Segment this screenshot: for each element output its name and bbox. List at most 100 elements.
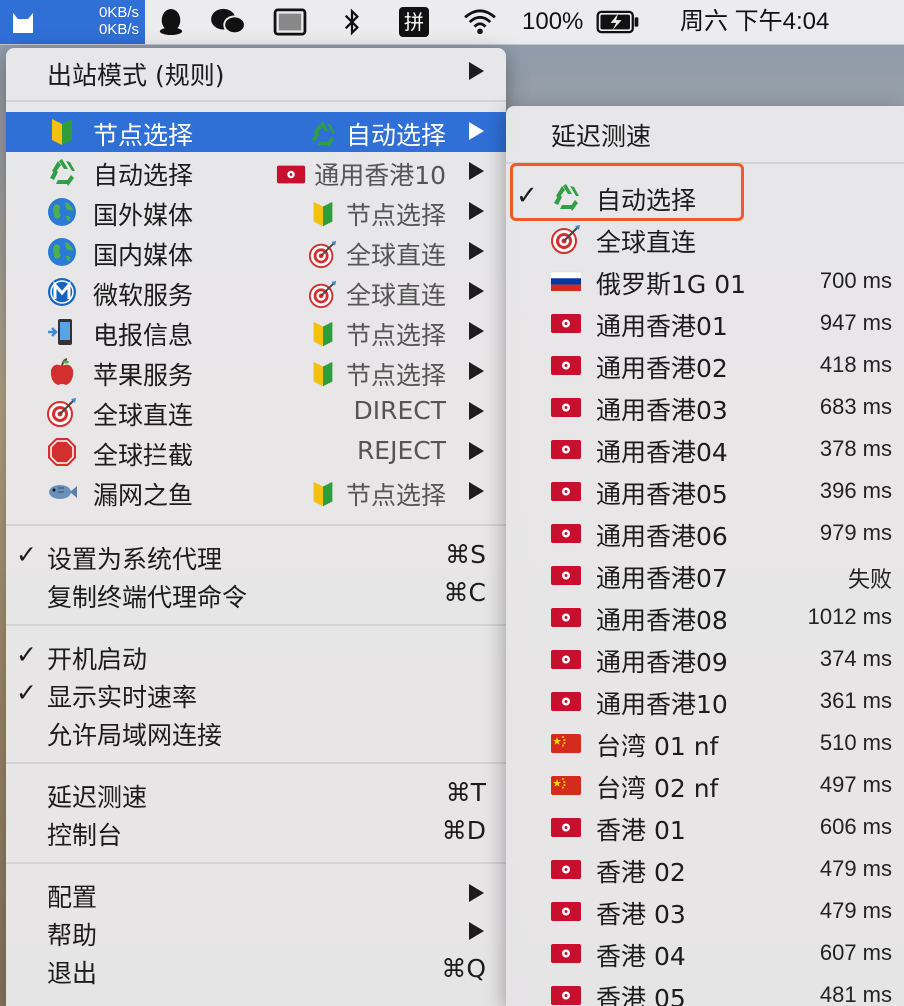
clock[interactable]: 周六 下午4:04 <box>680 0 829 44</box>
proxy-group-item[interactable]: 苹果服务 节点选择 <box>6 352 506 392</box>
hk-flag-icon <box>550 433 582 465</box>
latency-value: 497 ms <box>819 772 892 797</box>
proxy-node-item[interactable]: 通用香港09 374 ms <box>506 638 904 680</box>
hk-flag-icon <box>550 895 582 927</box>
shortcut: ⌘Q <box>441 954 486 983</box>
input-method-icon[interactable]: 拼 <box>398 6 430 38</box>
cat-icon <box>13 13 33 33</box>
proxy-group-item[interactable]: 国内媒体 全球直连 <box>6 232 506 272</box>
proxy-node-item[interactable]: 通用香港04 378 ms <box>506 428 904 470</box>
proxy-group-selection-label: 全球直连 <box>345 241 446 270</box>
separator <box>6 624 506 626</box>
clashx-status-item[interactable]: 0KB/s 0KB/s <box>0 0 145 44</box>
proxy-node-label: 通用香港05 <box>596 480 728 509</box>
menu-item-quit[interactable]: 退出 ⌘Q <box>6 950 506 990</box>
proxy-group-item[interactable]: 全球拦截 REJECT <box>6 432 506 472</box>
proxy-node-label: 通用香港04 <box>596 438 728 467</box>
proxy-node-item[interactable]: 台湾 02 nf 497 ms <box>506 764 904 806</box>
proxy-node-item[interactable]: 香港 01 606 ms <box>506 806 904 848</box>
submenu-arrow-icon <box>469 282 484 300</box>
proxy-node-item[interactable]: 全球直连 <box>506 218 904 260</box>
sidecar-icon[interactable] <box>272 6 308 38</box>
proxy-node-label: 台湾 02 nf <box>596 774 719 803</box>
menu-item-latency-test[interactable]: 延迟测速 ⌘T <box>6 774 506 814</box>
latency-value: 479 ms <box>819 856 892 881</box>
menu-item-help[interactable]: 帮助 <box>6 912 506 952</box>
submenu-arrow-icon <box>469 402 484 420</box>
wifi-icon[interactable] <box>460 6 500 38</box>
menu-item-set-system-proxy[interactable]: ✓ 设置为系统代理 ⌘S <box>6 536 506 576</box>
proxy-node-item[interactable]: 香港 04 607 ms <box>506 932 904 974</box>
proxy-node-item[interactable]: 香港 05 481 ms <box>506 974 904 1006</box>
menu-item-config[interactable]: 配置 <box>6 874 506 914</box>
proxy-node-item[interactable]: 通用香港03 683 ms <box>506 386 904 428</box>
shortcut: ⌘S <box>445 540 486 569</box>
fish-icon <box>46 476 78 508</box>
latency-value: 失败 <box>847 567 892 592</box>
menu-item-show-speed[interactable]: ✓ 显示实时速率 <box>6 674 506 714</box>
latency-value: 700 ms <box>819 268 892 293</box>
hk-flag-icon <box>550 643 582 675</box>
recycle-icon <box>308 119 338 149</box>
latency-value: 947 ms <box>819 310 892 335</box>
hk-flag-icon <box>550 475 582 507</box>
separator <box>6 762 506 764</box>
target-icon <box>308 279 338 309</box>
proxy-node-item[interactable]: 俄罗斯1G 01 700 ms <box>506 260 904 302</box>
proxy-group-label: 苹果服务 <box>93 361 194 390</box>
proxy-node-item[interactable]: 通用香港08 1012 ms <box>506 596 904 638</box>
proxy-node-item[interactable]: 香港 02 479 ms <box>506 848 904 890</box>
qq-icon[interactable] <box>155 6 187 38</box>
proxy-group-item[interactable]: 微软服务 全球直连 <box>6 272 506 312</box>
cn-flag-icon <box>550 769 582 801</box>
proxy-node-item[interactable]: 通用香港05 396 ms <box>506 470 904 512</box>
latency-value: 607 ms <box>819 940 892 965</box>
proxy-group-selection-label: 通用香港10 <box>314 161 446 190</box>
target-icon <box>46 396 78 428</box>
submenu-arrow-icon <box>469 162 484 180</box>
stop-icon <box>46 436 78 468</box>
proxy-node-label: 通用香港01 <box>596 312 728 341</box>
globe-icon <box>46 196 78 228</box>
target-icon <box>308 239 338 269</box>
upload-speed: 0KB/s <box>98 4 139 21</box>
network-speed: 0KB/s 0KB/s <box>99 4 139 38</box>
battery-charging-icon[interactable] <box>594 6 642 38</box>
wechat-icon[interactable] <box>208 6 248 38</box>
proxy-node-item[interactable]: 通用香港01 947 ms <box>506 302 904 344</box>
separator <box>6 862 506 864</box>
proxy-group-item[interactable]: 节点选择 自动选择 <box>6 112 506 152</box>
beginner-icon <box>308 319 338 349</box>
proxy-group-item[interactable]: 漏网之鱼 节点选择 <box>6 472 506 512</box>
proxy-node-item[interactable]: 通用香港10 361 ms <box>506 680 904 722</box>
menu-item-outbound-mode[interactable]: 出站模式 (规则) <box>6 52 506 92</box>
proxy-group-selection: DIRECT <box>353 396 446 425</box>
submenu-item-latency-test[interactable]: 延迟测速 <box>506 112 904 154</box>
proxy-group-item[interactable]: 全球直连 DIRECT <box>6 392 506 432</box>
proxy-node-item[interactable]: 通用香港06 979 ms <box>506 512 904 554</box>
menu-item-console[interactable]: 控制台 ⌘D <box>6 812 506 852</box>
apple-icon <box>46 356 78 388</box>
highlight-annotation <box>510 163 744 221</box>
bluetooth-icon[interactable] <box>338 6 366 38</box>
menu-item-start-at-login[interactable]: ✓ 开机启动 <box>6 636 506 676</box>
menu-item-copy-terminal-command[interactable]: 复制终端代理命令 ⌘C <box>6 574 506 614</box>
proxy-node-item[interactable]: 台湾 01 nf 510 ms <box>506 722 904 764</box>
proxy-node-item[interactable]: 通用香港07 失败 <box>506 554 904 596</box>
recycle-icon <box>46 156 78 188</box>
proxy-group-item[interactable]: 自动选择 通用香港10 <box>6 152 506 192</box>
menu-item-allow-lan[interactable]: 允许局域网连接 <box>6 712 506 752</box>
proxy-node-item[interactable]: 香港 03 479 ms <box>506 890 904 932</box>
proxy-node-label: 香港 05 <box>596 984 686 1006</box>
proxy-group-item[interactable]: 电报信息 节点选择 <box>6 312 506 352</box>
hk-flag-icon <box>550 307 582 339</box>
latency-value: 683 ms <box>819 394 892 419</box>
checkmark-icon: ✓ <box>16 540 37 569</box>
proxy-node-label: 通用香港07 <box>596 564 728 593</box>
submenu-arrow-icon <box>469 322 484 340</box>
submenu-arrow-icon <box>469 884 484 902</box>
proxy-group-item[interactable]: 国外媒体 节点选择 <box>6 192 506 232</box>
proxy-node-item[interactable]: 通用香港02 418 ms <box>506 344 904 386</box>
latency-value: 979 ms <box>819 520 892 545</box>
submenu-arrow-icon <box>469 922 484 940</box>
